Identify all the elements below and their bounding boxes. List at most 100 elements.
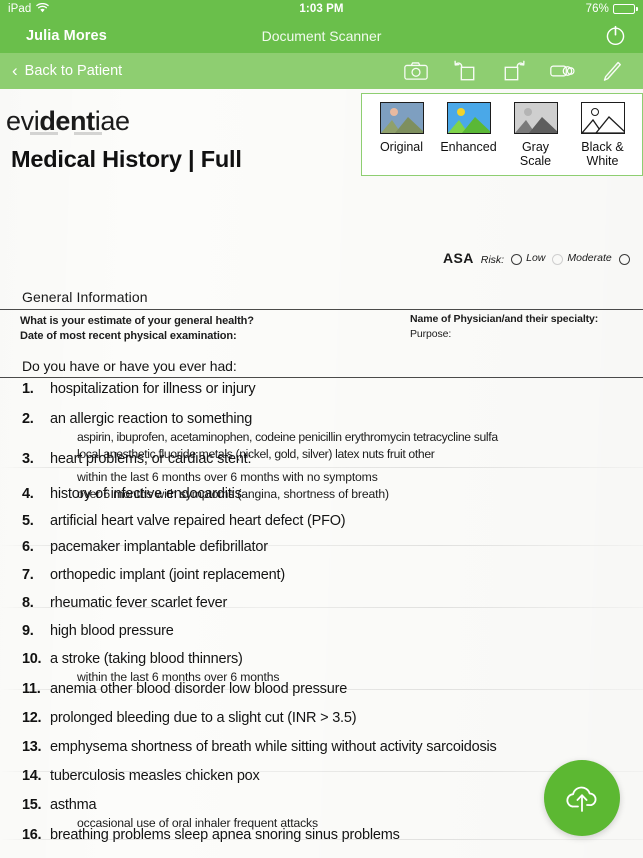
general-question-1: What is your estimate of your general he… xyxy=(20,315,254,327)
asa-label: ASA xyxy=(443,250,474,266)
status-bar-right: 76% xyxy=(586,3,638,15)
rotate-left-button[interactable] xyxy=(452,58,478,84)
question-body: anemia other blood disorder low blood pr… xyxy=(50,681,643,697)
back-to-patient-button[interactable]: ‹ Back to Patient xyxy=(12,62,123,80)
physician-field-1: Name of Physician/and their specialty: xyxy=(410,313,599,325)
question-number: 3. xyxy=(22,451,34,467)
asa-option-low-label: Low xyxy=(526,251,546,264)
question-body: high blood pressure xyxy=(50,623,643,639)
question-text: emphysema shortness of breath while sitt… xyxy=(50,739,497,755)
filter-option-label: Enhanced xyxy=(440,140,497,154)
image-thumbnail-icon xyxy=(446,102,491,134)
question-text: orthopedic implant (joint replacement) xyxy=(50,567,285,583)
question-text: an allergic reaction to something xyxy=(50,411,253,427)
question-text: hospitalization for illness or injury xyxy=(50,381,256,397)
battery-icon xyxy=(613,4,638,14)
nav-bar: Julia Mores Document Scanner xyxy=(0,18,643,53)
back-to-patient-label: Back to Patient xyxy=(24,63,123,79)
asa-option-low[interactable]: Low xyxy=(511,251,546,265)
rotate-right-icon xyxy=(504,60,525,81)
question-number: 10. xyxy=(22,651,42,667)
cloud-upload-button[interactable] xyxy=(544,760,620,836)
question-text: rheumatic fever scarlet fever xyxy=(50,595,228,611)
question-text: heart problems, or cardiac stent: xyxy=(50,451,252,467)
question-item: 4. history of infective endocarditis xyxy=(0,486,643,502)
question-number: 2. xyxy=(22,411,34,427)
asa-option-moderate-label: Moderate xyxy=(567,251,612,264)
question-number: 15. xyxy=(22,797,42,813)
asa-option-moderate[interactable]: Moderate xyxy=(552,251,612,265)
power-icon xyxy=(606,25,624,46)
power-button[interactable] xyxy=(601,22,629,50)
question-number: 9. xyxy=(22,623,34,639)
image-thumbnail-icon xyxy=(379,102,424,134)
question-text: history of infective endocarditis xyxy=(50,486,242,502)
pencil-icon xyxy=(603,61,621,81)
question-body: breathing problems sleep apnea snoring s… xyxy=(50,827,643,843)
question-number: 12. xyxy=(22,710,42,726)
filter-option-label: Gray Scale xyxy=(519,140,552,168)
scanner-toolbar: ‹ Back to Patient xyxy=(0,53,643,89)
filter-option-original[interactable]: Original xyxy=(369,102,435,168)
filter-button[interactable] xyxy=(550,58,576,84)
cloud-upload-icon xyxy=(566,786,597,812)
question-text: artificial heart valve repaired heart de… xyxy=(50,513,346,529)
image-thumbnail-icon xyxy=(513,102,558,134)
radio-circle-icon xyxy=(618,254,630,265)
question-item: 16. breathing problems sleep apnea snorin… xyxy=(0,827,643,843)
question-text: pacemaker implantable defibrillator xyxy=(50,539,268,555)
camera-icon xyxy=(404,62,428,80)
question-item: 12. prolonged bleeding due to a slight cu… xyxy=(0,710,643,726)
status-bar-left: iPad xyxy=(8,2,50,16)
filter-option-gray-scale[interactable]: Gray Scale xyxy=(503,102,569,168)
document-title: Medical History | Full xyxy=(11,146,242,172)
question-text: anemia other blood disorder low blood pr… xyxy=(50,681,348,697)
question-body: rheumatic fever scarlet fever xyxy=(50,595,643,611)
asa-risk-label: Risk: xyxy=(480,254,505,266)
rotate-left-icon xyxy=(454,60,475,81)
device-label: iPad xyxy=(8,3,32,15)
radio-circle-icon xyxy=(552,254,564,265)
question-text: a stroke (taking blood thinners) xyxy=(50,651,243,667)
question-item: 9. high blood pressure xyxy=(0,623,643,639)
question-body: a stroke (taking blood thinners) within t… xyxy=(50,651,643,684)
question-item: 8. rheumatic fever scarlet fever xyxy=(0,595,643,611)
filter-option-label: Original xyxy=(379,140,424,154)
question-item: 7. orthopedic implant (joint replacement) xyxy=(0,567,643,583)
question-number: 13. xyxy=(22,739,42,755)
section-heading-general-information: General Information xyxy=(22,289,148,305)
question-item: 10. a stroke (taking blood thinners) withi… xyxy=(0,651,643,684)
question-number: 5. xyxy=(22,513,34,529)
question-item: 6. pacemaker implantable defibrillator xyxy=(0,539,643,555)
question-number: 6. xyxy=(22,539,34,555)
filter-option-enhanced[interactable]: Enhanced xyxy=(436,102,502,168)
image-thumbnail-icon xyxy=(580,102,625,134)
status-bar-time: 1:03 PM xyxy=(299,3,344,15)
filter-options-panel[interactable]: Original Enhanced Gray Scale Black & White xyxy=(361,93,643,176)
patient-name-label: Julia Mores xyxy=(26,27,107,44)
filter-option-black-white[interactable]: Black & White xyxy=(570,102,636,168)
question-body: history of infective endocarditis xyxy=(50,486,643,502)
section-divider-rule xyxy=(0,309,643,311)
question-body: orthopedic implant (joint replacement) xyxy=(50,567,643,583)
question-text: prolonged bleeding due to a slight cut (… xyxy=(50,710,357,726)
pencil-button[interactable] xyxy=(599,58,625,84)
general-question-2: Date of most recent physical examination… xyxy=(20,330,237,342)
camera-button[interactable] xyxy=(403,58,429,84)
logo-underline-mark xyxy=(30,132,120,135)
scanned-document-preview[interactable]: evidentiae Medical History | Full ASA Ri… xyxy=(0,89,643,858)
rotate-right-button[interactable] xyxy=(501,58,527,84)
status-bar: iPad 1:03 PM 76% xyxy=(0,0,643,18)
question-number: 1. xyxy=(22,381,34,397)
question-item: 5. artificial heart valve repaired heart … xyxy=(0,513,643,529)
question-item: 13. emphysema shortness of breath while s… xyxy=(0,739,643,755)
question-text: breathing problems sleep apnea snoring s… xyxy=(50,827,400,843)
question-text: high blood pressure xyxy=(50,623,174,639)
prompt-divider-rule xyxy=(0,377,643,379)
question-sub-option-text: within the last 6 months over 6 months w… xyxy=(77,470,378,484)
question-number: 8. xyxy=(22,595,34,611)
question-body: prolonged bleeding due to a slight cut (… xyxy=(50,710,643,726)
question-body: hospitalization for illness or injury xyxy=(50,381,643,397)
question-body: emphysema shortness of breath while sitt… xyxy=(50,739,643,755)
question-item: 11. anemia other blood disorder low blood… xyxy=(0,681,643,697)
